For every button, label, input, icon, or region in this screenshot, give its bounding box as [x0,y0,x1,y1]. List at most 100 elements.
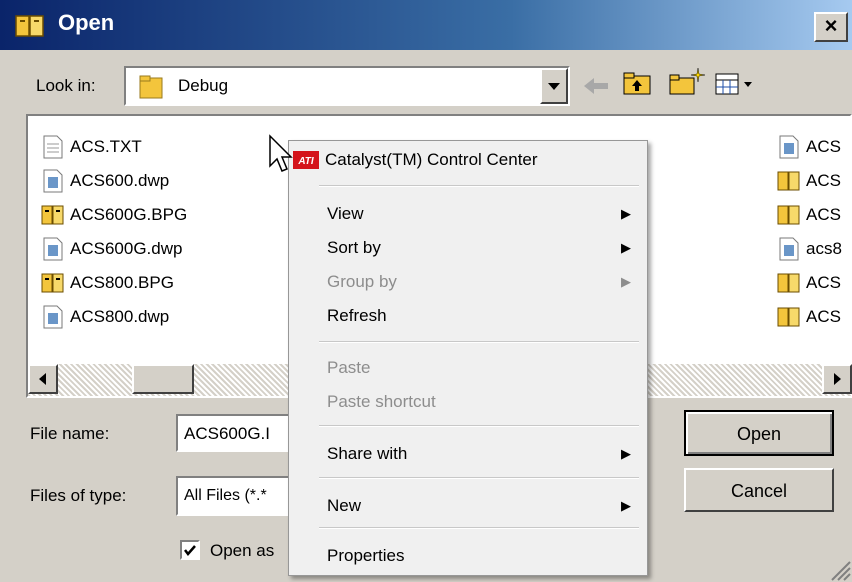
bpg-file-icon [41,205,64,225]
scroll-left-button[interactable] [28,364,58,394]
file-item[interactable]: acs8 [776,232,852,266]
filename-input[interactable]: ACS600G.I [176,414,296,452]
lookin-value: Debug [178,76,229,95]
menu-separator [319,185,639,187]
file-name: ACS600G.dwp [70,239,183,258]
ctx-item-group-by: Group by ▶ [291,265,645,299]
resize-grip-icon[interactable] [826,556,852,582]
submenu-arrow-icon: ▶ [621,446,631,461]
open-book-icon [15,15,44,37]
file-name: ACS800.BPG [70,273,174,292]
file-item[interactable]: ACS600.dwp [40,164,280,198]
ctx-item-label: Sort by [327,238,381,257]
submenu-arrow-icon: ▶ [621,240,631,255]
file-name: ACS [806,137,841,156]
menu-separator [319,341,639,343]
ctx-item-refresh[interactable]: Refresh [291,299,645,333]
file-name: ACS [806,205,841,224]
cancel-button-label: Cancel [730,481,788,501]
bpg-file-icon [777,273,800,293]
new-folder-icon[interactable] [668,66,708,98]
ctx-item-label: Paste shortcut [327,392,436,411]
dwp-file-icon [43,237,63,261]
file-item[interactable]: ACS [776,164,852,198]
ctx-item-label: New [327,496,362,515]
mouse-cursor-icon [269,134,293,172]
ctx-item-sort-by[interactable]: Sort by ▶ [291,231,645,265]
ctx-item-properties[interactable]: Properties [291,539,645,573]
text-file-icon [43,135,63,159]
scroll-thumb[interactable] [132,364,194,394]
open-readonly-checkbox[interactable] [180,540,200,560]
ctx-item-label: Properties [327,546,405,565]
file-item[interactable]: ACS.TXT [40,130,280,164]
submenu-arrow-icon: ▶ [621,498,631,513]
file-name: ACS [806,171,841,190]
checkmark-icon [184,545,196,556]
folder-icon [139,75,163,99]
bpg-file-icon [41,273,64,293]
filetype-value: All Files (*.* [184,487,267,504]
ctx-item-label: Refresh [327,306,387,325]
arrow-right-icon [834,373,841,385]
ctx-item-label: Share with [327,444,408,463]
ctx-item-share-with[interactable]: Share with ▶ [291,437,645,471]
back-arrow-icon[interactable] [582,76,610,96]
filetype-select[interactable]: All Files (*.* [176,476,296,516]
filetype-label: Files of type: [30,486,127,505]
filename-label: File name: [30,424,110,443]
file-column-left: ACS.TXT ACS600.dwp ACS600G.BPG ACS600G.d… [40,130,280,334]
submenu-arrow-icon: ▶ [621,274,631,289]
file-item[interactable]: ACS600G.BPG [40,198,280,232]
ctx-header-item[interactable]: ATI Catalyst(TM) Control Center [289,141,645,181]
scroll-right-button[interactable] [822,364,852,394]
ctx-item-view[interactable]: View ▶ [291,197,645,231]
ctx-header-label: Catalyst(TM) Control Center [325,150,538,169]
file-item[interactable]: ACS [776,300,852,334]
view-menu-icon[interactable] [714,70,766,98]
open-button-label: Open [736,424,782,444]
ctx-item-label: Group by [327,272,397,291]
lookin-dropdown-button[interactable] [540,68,568,104]
dialog-title: Open [58,10,115,35]
menu-separator [319,527,639,529]
ati-logo-icon: ATI [293,151,319,169]
chevron-down-icon [548,83,560,90]
close-button[interactable]: × [814,12,848,42]
file-item[interactable]: ACS600G.dwp [40,232,280,266]
lookin-label: Look in: [36,76,96,95]
dwp-file-icon [779,135,799,159]
file-name: ACS [806,307,841,326]
file-name: ACS600.dwp [70,171,170,190]
ctx-item-label: Paste [327,358,371,377]
open-button[interactable]: Open [684,410,834,456]
context-menu: ATI Catalyst(TM) Control Center View ▶ S… [288,140,648,576]
bpg-file-icon [777,171,800,191]
file-name: ACS600G.BPG [70,205,188,224]
lookin-combobox[interactable]: Debug [124,66,570,106]
dwp-file-icon [43,169,63,193]
submenu-arrow-icon: ▶ [621,206,631,221]
arrow-left-icon [39,373,46,385]
up-folder-icon[interactable] [622,70,654,98]
title-bar[interactable]: Open × [0,0,852,50]
menu-separator [319,477,639,479]
file-item[interactable]: ACS [776,198,852,232]
close-icon: × [824,13,838,38]
file-name: ACS.TXT [70,137,142,156]
ctx-item-paste: Paste [291,351,645,385]
filename-value: ACS600G.I [184,424,270,443]
dwp-file-icon [779,237,799,261]
open-readonly-label: Open as [210,541,275,560]
file-column-right: ACS ACS ACS acs8 ACS ACS [776,130,852,334]
dwp-file-icon [43,305,63,329]
ctx-item-paste-shortcut: Paste shortcut [291,385,645,419]
file-item[interactable]: ACS [776,266,852,300]
file-item[interactable]: ACS800.dwp [40,300,280,334]
bpg-file-icon [777,307,800,327]
svg-text:ATI: ATI [297,156,314,167]
ctx-item-new[interactable]: New ▶ [291,489,645,523]
file-item[interactable]: ACS [776,130,852,164]
cancel-button[interactable]: Cancel [684,468,834,512]
file-item[interactable]: ACS800.BPG [40,266,280,300]
